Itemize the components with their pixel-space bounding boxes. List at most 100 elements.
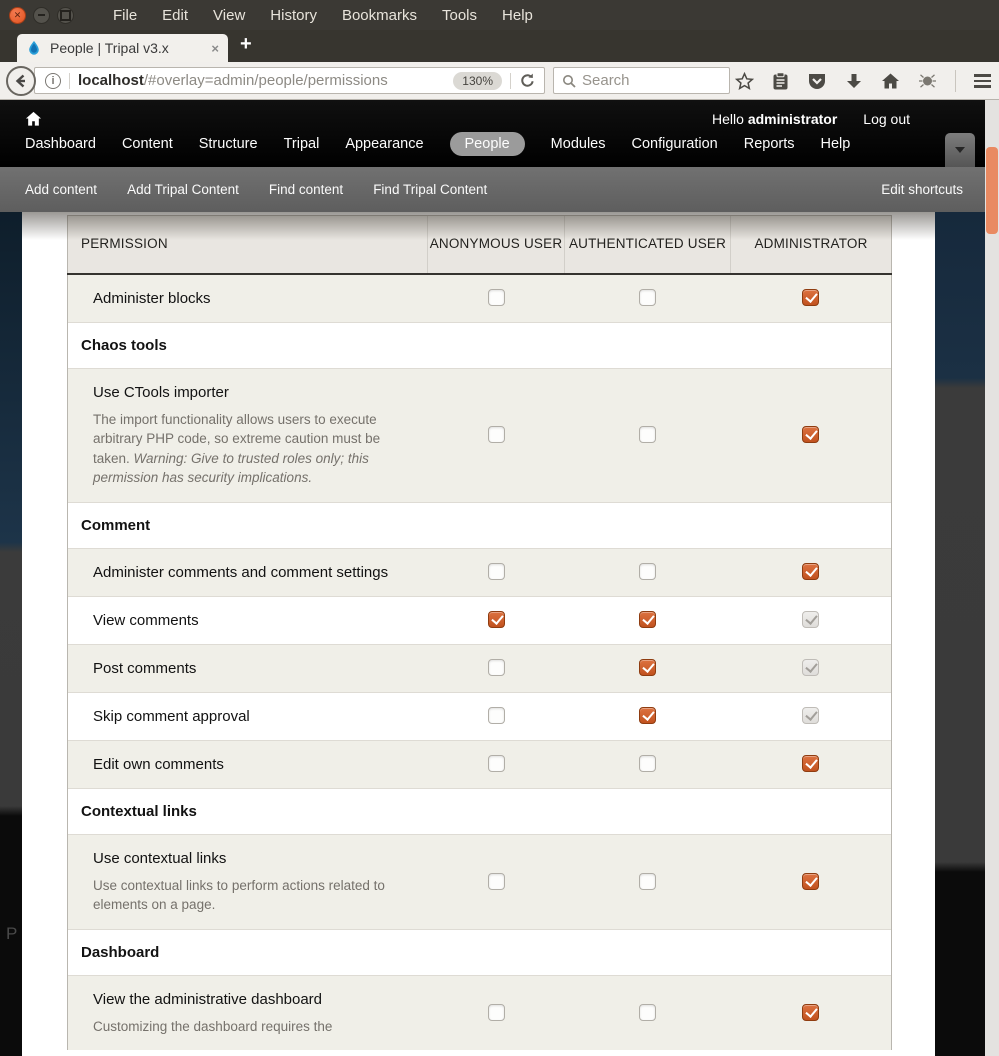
admin-tab-people[interactable]: People bbox=[449, 132, 525, 156]
admin-tab-dashboard[interactable]: Dashboard bbox=[25, 132, 96, 156]
admin-tab-content[interactable]: Content bbox=[122, 132, 173, 156]
permission-checkbox-administrator[interactable] bbox=[802, 755, 820, 773]
admin-tab-reports[interactable]: Reports bbox=[744, 132, 795, 156]
permission-checkbox-authenticated[interactable] bbox=[639, 1004, 656, 1022]
admin-tab-help[interactable]: Help bbox=[821, 132, 851, 156]
permission-checkbox-anonymous[interactable] bbox=[487, 707, 505, 725]
addon-icon[interactable] bbox=[918, 72, 937, 90]
permission-cell: View the administrative dashboard Customi… bbox=[67, 974, 428, 1050]
tab-people-tripal[interactable]: People | Tripal v3.x × bbox=[17, 34, 228, 62]
url-path: /#overlay=admin/people/permissions bbox=[143, 72, 388, 89]
window-minimize-icon[interactable] bbox=[33, 6, 50, 24]
menubar-item-view[interactable]: View bbox=[213, 7, 245, 24]
shortcut-bar: Add content Add Tripal Content Find conten… bbox=[0, 167, 985, 212]
checkbox-cell bbox=[427, 367, 565, 502]
window-maximize-icon[interactable] bbox=[57, 6, 74, 24]
home-icon[interactable] bbox=[881, 72, 900, 90]
downloads-icon[interactable] bbox=[845, 72, 863, 91]
section-title: Dashboard bbox=[67, 928, 892, 975]
permission-checkbox-authenticated[interactable] bbox=[639, 707, 656, 725]
admin-tab-modules[interactable]: Modules bbox=[551, 132, 606, 156]
permission-name: Use CTools importer bbox=[93, 383, 229, 401]
menubar-item-file[interactable]: File bbox=[113, 7, 137, 24]
permission-checkbox-anonymous[interactable] bbox=[487, 289, 505, 307]
admin-tab-structure[interactable]: Structure bbox=[199, 132, 258, 156]
permission-checkbox-anonymous[interactable] bbox=[487, 426, 505, 444]
bookmarks-menu-icon[interactable] bbox=[772, 71, 789, 91]
shortcut-find-tripal-content[interactable]: Find Tripal Content bbox=[373, 182, 487, 197]
menubar-item-edit[interactable]: Edit bbox=[162, 7, 188, 24]
zoom-level-badge[interactable]: 130% bbox=[453, 71, 502, 90]
edit-shortcuts-link[interactable]: Edit shortcuts bbox=[881, 182, 963, 197]
dimmed-background-left: P bbox=[0, 212, 22, 1056]
permission-checkbox-authenticated[interactable] bbox=[639, 289, 656, 307]
toolbar-toggle-button[interactable] bbox=[945, 133, 975, 167]
browser-window: File Edit View History Bookmarks Tools Help Pe… bbox=[0, 0, 999, 1056]
permission-checkbox-authenticated[interactable] bbox=[639, 755, 656, 773]
url-bar[interactable]: i localhost/#overlay=admin/people/permis… bbox=[34, 67, 545, 94]
permission-checkbox-anonymous[interactable] bbox=[487, 611, 505, 629]
column-header-permission: PERMISSION bbox=[67, 215, 428, 275]
permission-checkbox-administrator[interactable] bbox=[802, 1004, 820, 1022]
scrollbar-thumb[interactable] bbox=[986, 147, 998, 234]
reload-icon[interactable] bbox=[519, 72, 536, 89]
permission-checkbox-anonymous[interactable] bbox=[487, 755, 505, 773]
permission-checkbox-anonymous[interactable] bbox=[487, 563, 505, 581]
checkbox-cell bbox=[730, 643, 892, 692]
urlbar-divider bbox=[510, 72, 511, 89]
permission-checkbox-anonymous[interactable] bbox=[487, 1004, 505, 1022]
shortcut-find-content[interactable]: Find content bbox=[269, 182, 343, 197]
checkbox-cell bbox=[730, 547, 892, 596]
permissions-table: PERMISSION ANONYMOUS USER AUTHENTICATED … bbox=[67, 215, 892, 1050]
pocket-icon[interactable] bbox=[807, 72, 827, 91]
menubar-item-help[interactable]: Help bbox=[502, 7, 533, 24]
permission-checkbox-anonymous[interactable] bbox=[487, 659, 505, 677]
permission-checkbox-administrator[interactable] bbox=[802, 289, 820, 307]
permission-checkbox-authenticated[interactable] bbox=[639, 426, 656, 444]
permission-checkbox-authenticated[interactable] bbox=[639, 563, 656, 581]
menubar-item-bookmarks[interactable]: Bookmarks bbox=[342, 7, 417, 24]
menubar-item-history[interactable]: History bbox=[270, 7, 317, 24]
back-button[interactable] bbox=[6, 66, 36, 96]
tab-close-icon[interactable]: × bbox=[211, 41, 219, 56]
window-close-icon[interactable] bbox=[9, 6, 26, 24]
dimmed-background-right bbox=[935, 212, 985, 1056]
permission-cell: Administer comments and comment settings bbox=[67, 547, 428, 596]
permissions-overlay: PERMISSION ANONYMOUS USER AUTHENTICATED … bbox=[22, 212, 935, 1056]
bookmark-star-icon[interactable] bbox=[735, 71, 754, 91]
new-tab-button[interactable]: + bbox=[240, 33, 252, 56]
search-box[interactable] bbox=[553, 67, 730, 94]
url-text[interactable]: localhost/#overlay=admin/people/permissi… bbox=[78, 72, 453, 89]
permission-checkbox-authenticated[interactable] bbox=[639, 872, 656, 890]
admin-tab-appearance[interactable]: Appearance bbox=[345, 132, 423, 156]
menu-icon[interactable] bbox=[974, 74, 991, 88]
permission-checkbox-administrator[interactable] bbox=[802, 872, 820, 890]
shortcut-add-tripal-content[interactable]: Add Tripal Content bbox=[127, 182, 239, 197]
admin-tab-configuration[interactable]: Configuration bbox=[631, 132, 717, 156]
search-input[interactable] bbox=[582, 72, 712, 89]
admin-home-icon[interactable] bbox=[25, 111, 42, 127]
permission-name: Use contextual links bbox=[93, 849, 227, 867]
permission-name: Edit own comments bbox=[93, 755, 224, 773]
logout-link[interactable]: Log out bbox=[863, 111, 910, 127]
checkbox-cell bbox=[564, 974, 731, 1050]
checkbox-cell bbox=[564, 739, 731, 788]
permission-checkbox-administrator[interactable] bbox=[802, 426, 820, 444]
permission-checkbox-anonymous[interactable] bbox=[487, 872, 505, 890]
column-header-authenticated-user: AUTHENTICATED USER bbox=[564, 215, 731, 275]
scrollbar-track[interactable] bbox=[985, 100, 999, 1056]
permission-checkbox-authenticated[interactable] bbox=[639, 659, 656, 677]
permission-checkbox-authenticated[interactable] bbox=[639, 611, 656, 629]
admin-tab-tripal[interactable]: Tripal bbox=[284, 132, 320, 156]
checkbox-cell bbox=[564, 643, 731, 692]
section-title: Chaos tools bbox=[67, 321, 892, 368]
menubar-item-tools[interactable]: Tools bbox=[442, 7, 477, 24]
site-info-icon[interactable]: i bbox=[45, 72, 61, 89]
url-host: localhost bbox=[78, 72, 144, 89]
shortcut-add-content[interactable]: Add content bbox=[25, 182, 97, 197]
permission-checkbox-administrator[interactable] bbox=[802, 563, 820, 581]
drupal-favicon-icon bbox=[29, 41, 39, 55]
column-header-administrator: ADMINISTRATOR bbox=[730, 215, 892, 275]
permission-row-use-contextual-links: Use contextual links Use contextual links… bbox=[67, 833, 892, 929]
permission-cell: Use CTools importer The import functional… bbox=[67, 367, 428, 502]
